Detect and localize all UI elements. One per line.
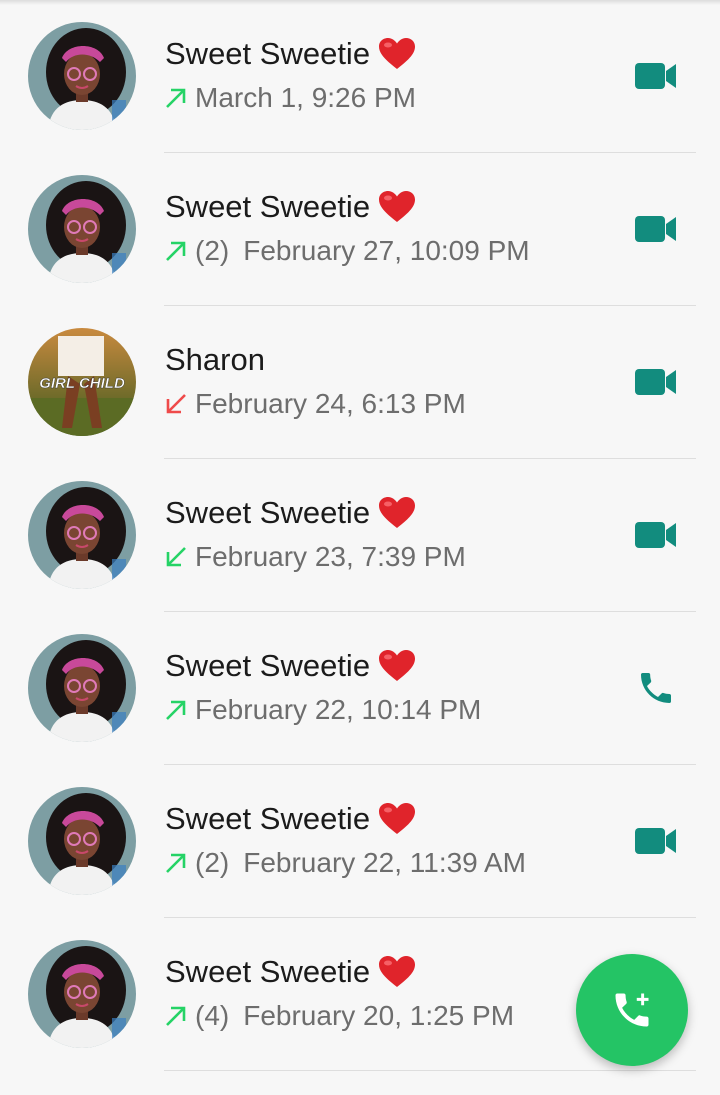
avatar[interactable] — [28, 634, 136, 742]
video-camera-icon — [635, 522, 676, 548]
contact-name: Sweet Sweetie — [165, 801, 371, 836]
call-row[interactable]: Sweet Sweetie February 22, 10:14 PM — [0, 612, 720, 765]
call-time: February 27, 10:09 PM — [243, 235, 530, 266]
girl-illustration-image — [28, 787, 136, 895]
call-time: February 22, 10:14 PM — [195, 694, 482, 725]
contact-name: Sharon — [165, 342, 265, 377]
avatar[interactable]: GIRL CHILD — [28, 328, 136, 436]
call-direction-icon — [163, 1003, 189, 1029]
avatar[interactable] — [28, 22, 136, 130]
call-count: (4) — [195, 1000, 230, 1031]
contact-name: Sweet Sweetie — [165, 648, 371, 683]
video-camera-icon — [635, 63, 676, 89]
avatar[interactable] — [28, 940, 136, 1048]
call-direction-icon — [163, 850, 189, 876]
call-time: February 22, 11:39 AM — [243, 847, 526, 878]
avatar[interactable] — [28, 787, 136, 895]
call-row[interactable]: GIRL CHILD Sharon February 24, 6:13 PM — [0, 306, 720, 459]
red-heart-icon — [378, 649, 416, 683]
contact-name: Sweet Sweetie — [165, 189, 371, 224]
girl-illustration-image — [28, 22, 136, 130]
voice-call-button[interactable] — [630, 668, 682, 708]
calls-list: Sweet Sweetie March 1, 9:26 PM Sweet Swe… — [0, 0, 720, 1071]
girl-illustration-image — [28, 634, 136, 742]
call-count: (2) — [195, 235, 230, 266]
call-direction-icon — [163, 238, 189, 264]
girl-illustration-image — [28, 481, 136, 589]
call-row[interactable]: Sweet Sweetie (2) February 27, 10:09 PM — [0, 153, 720, 306]
call-row[interactable]: Sweet Sweetie (2) February 22, 11:39 AM — [0, 765, 720, 918]
contact-name: Sweet Sweetie — [165, 954, 371, 989]
girl-child-image: GIRL CHILD — [28, 328, 136, 436]
red-heart-icon — [378, 37, 416, 71]
call-time: February 23, 7:39 PM — [195, 541, 466, 572]
call-direction-icon — [163, 391, 189, 417]
red-heart-icon — [378, 496, 416, 530]
divider — [164, 1070, 696, 1071]
call-time: March 1, 9:26 PM — [195, 82, 416, 113]
video-call-button[interactable] — [630, 56, 682, 96]
add-call-icon — [615, 993, 649, 1027]
call-direction-icon — [163, 85, 189, 111]
video-camera-icon — [635, 828, 676, 854]
call-row[interactable]: Sweet Sweetie February 23, 7:39 PM — [0, 459, 720, 612]
girl-child-label: GIRL CHILD — [39, 375, 125, 392]
red-heart-icon — [378, 955, 416, 989]
video-call-button[interactable] — [630, 209, 682, 249]
girl-illustration-image — [28, 175, 136, 283]
new-call-fab[interactable] — [576, 954, 688, 1066]
video-call-button[interactable] — [630, 821, 682, 861]
video-camera-icon — [635, 216, 676, 242]
avatar[interactable] — [28, 481, 136, 589]
call-count: (2) — [195, 847, 230, 878]
red-heart-icon — [378, 802, 416, 836]
contact-name: Sweet Sweetie — [165, 36, 371, 71]
phone-icon — [641, 673, 671, 703]
avatar[interactable] — [28, 175, 136, 283]
contact-name: Sweet Sweetie — [165, 495, 371, 530]
call-time: February 24, 6:13 PM — [195, 388, 466, 419]
red-heart-icon — [378, 190, 416, 224]
video-camera-icon — [635, 369, 676, 395]
girl-illustration-image — [28, 940, 136, 1048]
call-direction-icon — [163, 544, 189, 570]
call-direction-icon — [163, 697, 189, 723]
video-call-button[interactable] — [630, 362, 682, 402]
video-call-button[interactable] — [630, 515, 682, 555]
call-row[interactable]: Sweet Sweetie March 1, 9:26 PM — [0, 0, 720, 153]
call-time: February 20, 1:25 PM — [243, 1000, 515, 1031]
